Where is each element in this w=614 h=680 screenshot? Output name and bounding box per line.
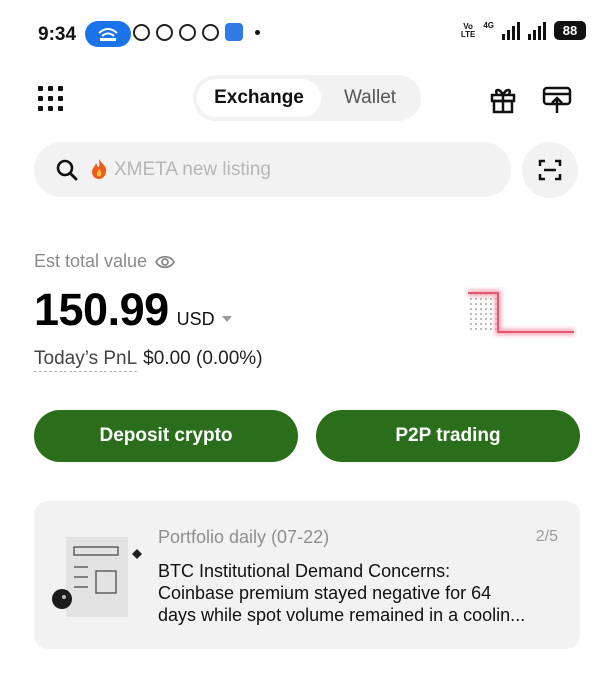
signal-icon xyxy=(502,21,520,40)
hotspot-pill[interactable] xyxy=(85,21,131,47)
gift-icon[interactable] xyxy=(488,84,518,114)
card-title: Portfolio daily (07-22) xyxy=(158,527,330,547)
caret-down-icon xyxy=(221,316,232,322)
balance-row: 150.99 USD xyxy=(34,284,232,336)
sparkline-area xyxy=(468,293,498,333)
network-type: 4G xyxy=(483,21,494,30)
battery-icon: 88 xyxy=(554,21,586,40)
currency-selector[interactable]: USD xyxy=(177,309,232,330)
search-input[interactable] xyxy=(114,150,494,190)
scan-icon xyxy=(538,159,562,181)
eye-icon[interactable] xyxy=(155,255,176,269)
scan-button[interactable] xyxy=(522,142,578,198)
search-icon xyxy=(56,159,78,181)
card-body-line: Coinbase premium stayed negative for 64 xyxy=(158,583,492,603)
more-notifications-icon xyxy=(255,29,260,35)
status-time: 9:34 xyxy=(38,24,77,45)
tab-wallet[interactable]: Wallet xyxy=(323,79,417,117)
search-bar[interactable] xyxy=(34,142,511,197)
tab-exchange[interactable]: Exchange xyxy=(197,79,321,117)
est-total-label: Est total value xyxy=(34,251,148,271)
report-illustration-icon xyxy=(52,537,142,617)
est-total-row: Est total value xyxy=(34,251,176,272)
card-body-line: BTC Institutional Demand Concerns: xyxy=(158,561,451,581)
card-pager: 2/5 xyxy=(535,528,558,545)
message-icon xyxy=(179,23,196,41)
transfer-icon[interactable] xyxy=(542,84,572,114)
mode-tabs: Exchange Wallet xyxy=(193,75,421,121)
message-icon xyxy=(202,23,219,41)
signal-icon xyxy=(528,21,546,40)
app-notification-icon xyxy=(225,23,243,41)
balance-sparkline[interactable] xyxy=(464,287,578,347)
whatsapp-icon xyxy=(133,23,150,41)
card-body-line: days while spot volume remained in a coo… xyxy=(158,605,526,625)
wifi-icon xyxy=(98,28,118,41)
fire-icon xyxy=(92,159,107,179)
notification-icons xyxy=(133,23,260,41)
volte-indicator: Vo LTE xyxy=(460,21,476,39)
deposit-crypto-button[interactable]: Deposit crypto xyxy=(34,410,298,462)
status-bar: 9:34 Vo LTE 4G 88 xyxy=(0,0,614,68)
p2p-trading-button[interactable]: P2P trading xyxy=(316,410,580,462)
card-body: BTC Institutional Demand Concerns: Coinb… xyxy=(158,560,558,626)
portfolio-daily-card[interactable]: Portfolio daily (07-22) 2/5 BTC Institut… xyxy=(34,501,580,649)
status-indicators: Vo LTE 4G 88 xyxy=(461,21,586,40)
message-icon xyxy=(156,23,173,41)
pnl-row: Today’s PnL $0.00 (0.00%) xyxy=(34,348,263,372)
balance-value: 150.99 xyxy=(34,284,169,335)
pnl-value: $0.00 (0.00%) xyxy=(143,348,263,369)
apps-grid-icon[interactable] xyxy=(38,86,64,112)
currency-label: USD xyxy=(176,309,215,329)
pnl-label[interactable]: Today’s PnL xyxy=(34,348,138,372)
